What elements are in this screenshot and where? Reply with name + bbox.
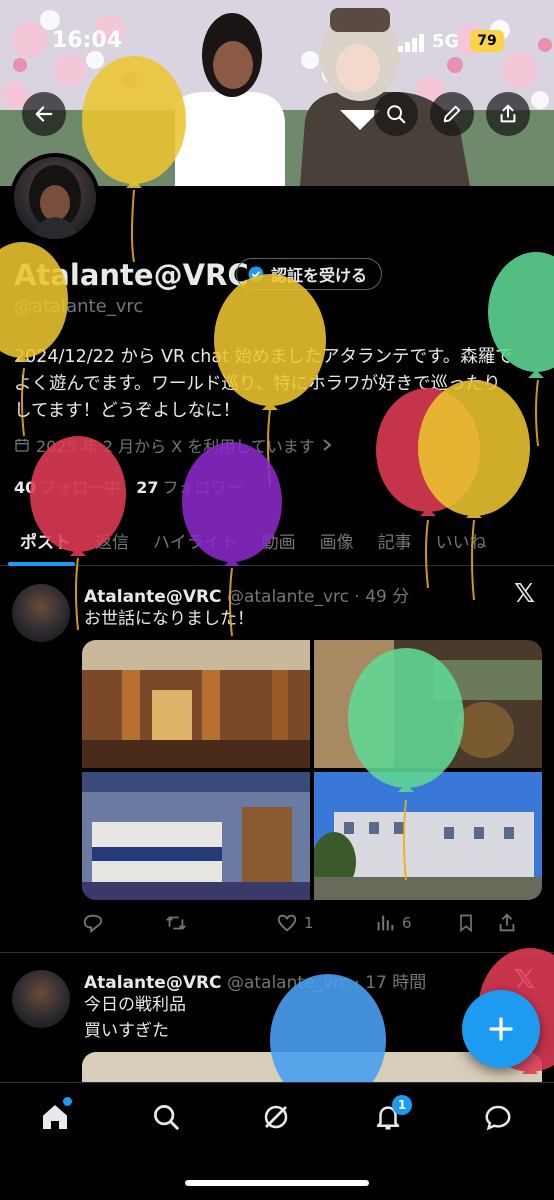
views-count: 6 — [402, 914, 412, 932]
post-media-grid — [82, 640, 542, 900]
battery-indicator: 79 — [470, 30, 504, 52]
post-meta: @atalante_vrc · 17 時間 — [226, 973, 427, 993]
search-button[interactable] — [374, 92, 418, 136]
media-image-hall[interactable] — [314, 640, 542, 768]
post-avatar[interactable] — [12, 970, 70, 1028]
get-verified-label: 認証を受ける — [271, 266, 368, 285]
signal-icon — [398, 34, 424, 52]
views-button[interactable]: 6 — [374, 908, 412, 938]
profile-tabs: ポスト 返信 ハイライト 動画 画像 記事 いいね — [0, 514, 554, 566]
edit-button[interactable] — [430, 92, 474, 136]
compose-post-button[interactable] — [462, 990, 540, 1068]
post-author-name[interactable]: Atalante@VRC — [84, 587, 222, 607]
following-count: 40 — [14, 478, 37, 497]
get-verified-button[interactable]: 認証を受ける — [236, 258, 383, 290]
like-button[interactable]: 1 — [276, 908, 314, 938]
tab-highlights[interactable]: ハイライト — [141, 514, 250, 566]
joined-label: 2025 年 2 月から X を利用しています — [36, 437, 315, 456]
post-divider — [0, 952, 554, 953]
grok-icon — [264, 1105, 288, 1129]
display-name: Atalante@VRC — [14, 258, 249, 292]
post-header: Atalante@VRC @atalante_vrc · 17 時間 — [84, 968, 426, 993]
follow-stats: 40 フォロー中 27 フォロワー — [14, 474, 243, 498]
bio-line: 2024/12/22 から VR chat 始めましたアタランテです。森羅で — [14, 347, 513, 367]
followers-count: 27 — [136, 478, 159, 497]
profile-avatar[interactable] — [10, 153, 100, 243]
post-meta: @atalante_vrc · 49 分 — [226, 587, 410, 607]
share-icon — [500, 104, 516, 123]
following-link[interactable]: 40 フォロー中 — [14, 474, 120, 498]
tab-articles[interactable]: 記事 — [366, 514, 424, 566]
post-author-name[interactable]: Atalante@VRC — [84, 973, 222, 993]
retweet-button[interactable] — [164, 908, 188, 938]
back-arrow-icon — [35, 106, 53, 122]
following-label: フォロー中 — [40, 478, 121, 497]
like-count: 1 — [304, 914, 314, 932]
nav-home[interactable] — [35, 1097, 75, 1137]
post-text: お世話になりました！ — [84, 606, 254, 632]
chevron-right-icon — [323, 439, 332, 451]
plus-icon — [489, 1017, 513, 1041]
bookmark-button[interactable] — [456, 908, 476, 938]
bookmark-icon — [460, 914, 472, 933]
profile-handle: @atalante_vrc — [14, 296, 144, 317]
followers-link[interactable]: 27 フォロワー — [136, 474, 242, 498]
bio-line: してます！どうぞよしなに！ — [14, 401, 241, 421]
post-text: 今日の戦利品 買いすぎた — [84, 992, 186, 1044]
pencil-icon — [443, 105, 461, 123]
messages-icon — [485, 1105, 511, 1131]
reply-icon — [83, 914, 103, 934]
home-unread-dot — [63, 1097, 72, 1106]
followers-label: フォロワー — [162, 478, 243, 497]
calendar-icon — [15, 439, 29, 452]
back-button[interactable] — [22, 92, 66, 136]
retweet-icon — [166, 916, 186, 930]
share-post-button[interactable] — [496, 908, 518, 938]
home-indicator — [185, 1180, 369, 1186]
post-text-line: 今日の戦利品 — [84, 995, 186, 1015]
post-header: Atalante@VRC @atalante_vrc · 49 分 — [84, 582, 409, 607]
media-image-lobby[interactable] — [82, 640, 310, 768]
post-text-line: お世話になりました！ — [84, 609, 254, 629]
heart-icon — [277, 914, 297, 932]
avatar-image — [29, 165, 81, 239]
search-icon — [387, 105, 406, 124]
reply-button[interactable] — [82, 908, 104, 938]
nav-messages[interactable] — [478, 1097, 518, 1137]
tab-likes[interactable]: いいね — [424, 514, 499, 566]
verified-badge-icon — [248, 266, 264, 282]
media-image-exterior[interactable] — [314, 772, 542, 900]
share-profile-button[interactable] — [486, 92, 530, 136]
x-logo-icon: 𝕏 — [514, 965, 535, 995]
nav-grok[interactable] — [256, 1097, 296, 1137]
network-type: 5G — [432, 31, 460, 52]
bio-line: よく遊んでます。ワールド巡り、特にホラワが好きで巡ったり — [14, 374, 501, 394]
post-actions: 1 6 — [82, 908, 522, 938]
notifications-badge: 1 — [392, 1095, 412, 1115]
nav-search[interactable] — [146, 1097, 186, 1137]
status-time: 16:04 — [52, 28, 123, 53]
share-icon — [499, 913, 515, 932]
profile-banner: 16:04 5G 79 — [0, 0, 554, 186]
nav-notifications[interactable]: 1 — [368, 1095, 412, 1137]
tab-videos[interactable]: 動画 — [250, 514, 308, 566]
status-bar: 16:04 5G 79 — [0, 22, 554, 62]
tab-posts[interactable]: ポスト — [0, 514, 83, 566]
search-icon — [154, 1105, 179, 1130]
tab-images[interactable]: 画像 — [308, 514, 366, 566]
post-text-line: 買いすぎた — [84, 1021, 169, 1041]
views-icon — [377, 915, 394, 931]
x-logo-icon: 𝕏 — [514, 579, 535, 609]
profile-bio: 2024/12/22 から VR chat 始めましたアタランテです。森羅で よ… — [14, 344, 544, 425]
media-image-bedroom[interactable] — [82, 772, 310, 900]
tab-replies[interactable]: 返信 — [83, 514, 141, 566]
joined-date[interactable]: 2025 年 2 月から X を利用しています — [14, 433, 333, 457]
post-avatar[interactable] — [12, 584, 70, 642]
